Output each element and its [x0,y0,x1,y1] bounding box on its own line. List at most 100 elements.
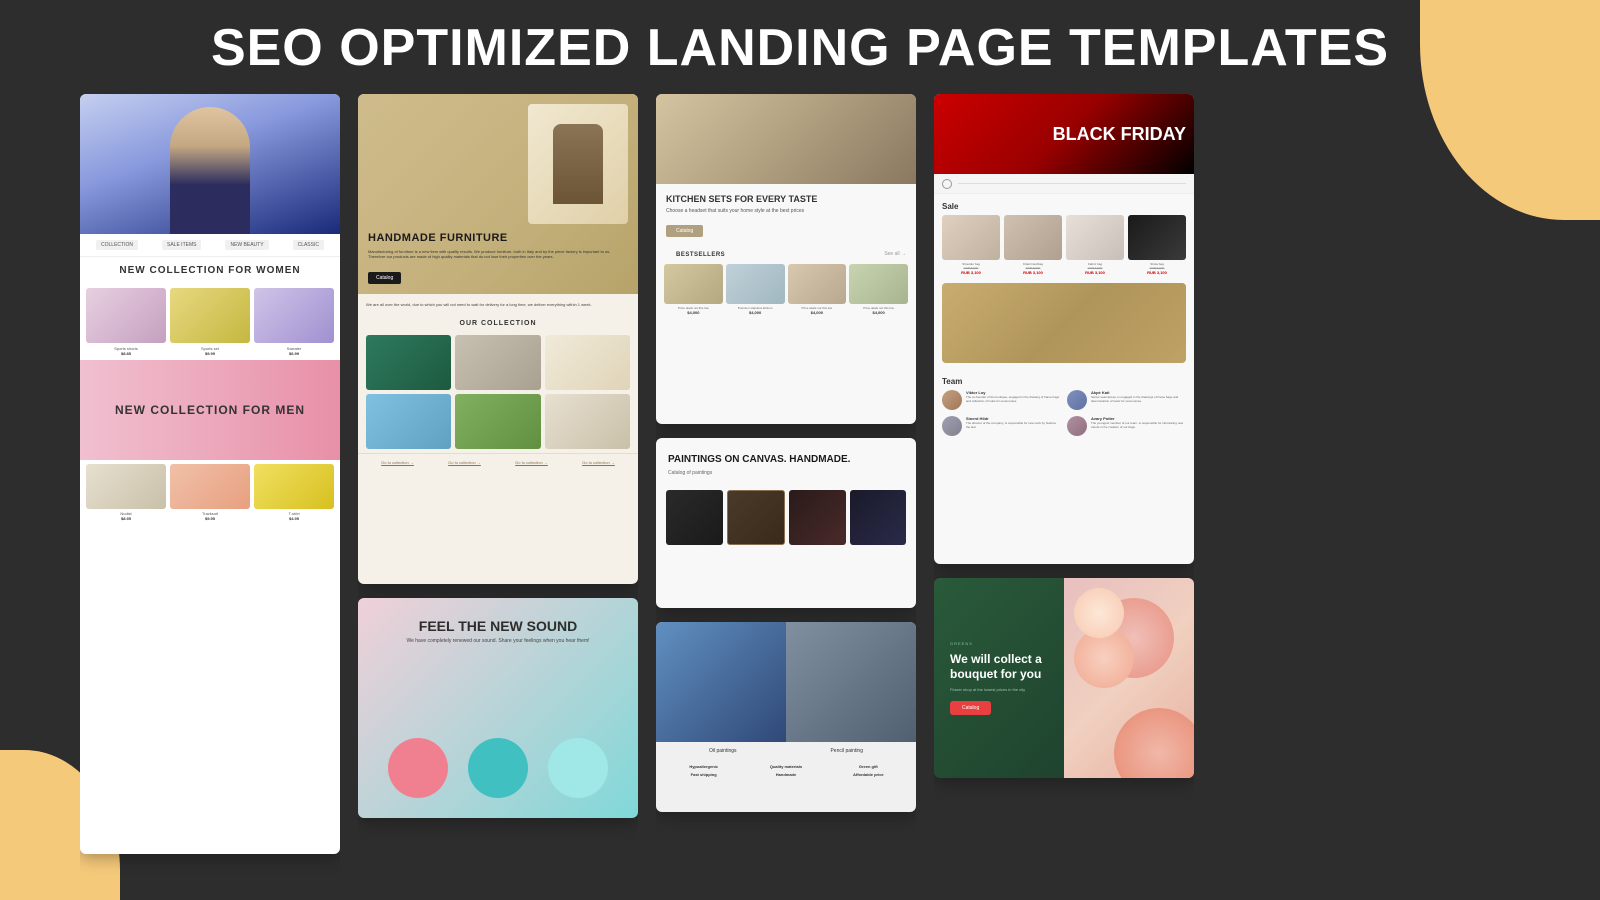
bf-hero: BLACK FRIDAY [934,94,1194,174]
kitchen-text-area: KITCHEN SETS FOR EVERY TASTE Choose a he… [656,184,916,247]
fashion-product-2: Sports set $9.99 [170,288,250,356]
fashion-hero [80,94,340,234]
bf-search-line [958,183,1186,184]
kitchen-product-4-price: $4,000 [849,310,908,315]
templates-grid: COLLECTION SALE ITEMS NEW BEAUTY CLASSIC… [0,94,1600,884]
flower-content: GREENS We will collect a bouquet for you… [934,578,1077,778]
fashion-product-3-image [254,288,334,343]
music-circles [388,738,608,798]
flower-circle-4 [1114,708,1194,778]
bf-member-info-3: Sinerd Hildr The director of the company… [966,416,1061,429]
column-3-kitchen-art: KITCHEN SETS FOR EVERY TASTE Choose a he… [656,94,916,884]
bf-member-info-4: Avary Potter The youngest member of our … [1091,416,1186,429]
art-painting-4 [850,490,907,545]
furniture-link-3[interactable]: Go to collection → [515,460,548,465]
bf-team-member-2: Akpé Kati Senior seamstress, is engaged … [1067,390,1186,410]
furniture-item-sofa [366,335,451,390]
music-desc: We have completely renewed our sound. Sh… [374,638,622,645]
fashion-template-card[interactable]: COLLECTION SALE ITEMS NEW BEAUTY CLASSIC… [80,94,340,854]
kitchen-product-1-image [664,264,723,304]
fashion-product-6-price: $4.95 [254,516,334,521]
fashion-product-5-image [170,464,250,509]
bf-team-title: Team [934,371,1194,390]
music-title: FEEL THE NEW SOUND [374,618,622,634]
page-title: SEO OPTIMIZED LANDING PAGE TEMPLATES [0,18,1600,78]
flower-image [1064,578,1194,778]
furniture-item-lamp [366,394,451,449]
furniture-link-4[interactable]: Go to collection → [582,460,615,465]
landscape-label-2: Pencil painting [830,748,863,754]
bf-avatar-4 [1067,416,1087,436]
kitchen-product-3-price: $4,000 [788,310,847,315]
bf-product-2-new-price: RUB 3,100 [1004,270,1062,275]
kitchen-hero-image [656,94,916,184]
fashion-nav-classic[interactable]: CLASSIC [293,240,324,250]
landscape-feature-4: Fast shipping [664,772,743,777]
kitchen-product-2: Premium stainless kitchen $4,000 [726,264,785,315]
fashion-product-4-image [86,464,166,509]
fashion-product-4-price: $8.95 [86,516,166,521]
page-header: SEO OPTIMIZED LANDING PAGE TEMPLATES [0,0,1600,94]
kitchen-see-all[interactable]: See all → [884,251,906,257]
fashion-nav-collection[interactable]: COLLECTION [96,240,138,250]
music-template-card[interactable]: FEEL THE NEW SOUND We have completely re… [358,598,638,818]
furniture-catalog-btn[interactable]: Catalog [368,272,401,284]
furniture-item-drawer [545,394,630,449]
fashion-product-1-image [86,288,166,343]
fashion-products-row1: Sports shorts $8.85 Sports set $9.99 Swe… [80,284,340,360]
kitchen-template-card[interactable]: KITCHEN SETS FOR EVERY TASTE Choose a he… [656,94,916,424]
fashion-men-banner: NEW COLLECTION FOR MEN [80,360,340,460]
furniture-title: HANDMADE FURNITURE [368,232,628,245]
art-template-card[interactable]: PAINTINGS ON CANVAS. HANDMADE. Catalog o… [656,438,916,608]
fashion-product-4: Nudist $8.95 [86,464,166,521]
furniture-item-plant [455,394,540,449]
landscape-template-card[interactable]: Oil paintings Pencil painting Hypoallerg… [656,622,916,812]
bf-search-bar [934,174,1194,194]
bf-product-1: Shoulder bag RUB 5,500 RUB 3,100 [942,215,1000,275]
flower-desc: Flower shop at the lowest prices in the … [950,687,1061,693]
fashion-hero-image [80,94,340,234]
blackfriday-template-card[interactable]: BLACK FRIDAY Sale Shoulder bag RUB 5,500… [934,94,1194,564]
fashion-products-row2: Nudist $8.95 Tracksuit $9.95 T-shirt $4.… [80,460,340,527]
bf-product-4: Straw bag RUB 5,500 RUB 3,100 [1128,215,1186,275]
landscape-oil-painting-image [656,622,786,742]
art-painting-3 [789,490,846,545]
fashion-product-5-price: $9.95 [170,516,250,521]
bf-sale-title: Sale [934,194,1194,215]
bf-team-member-4: Avary Potter The youngest member of our … [1067,416,1186,436]
bf-product-1-image [942,215,1000,260]
bf-product-1-new-price: RUB 3,100 [942,270,1000,275]
kitchen-bestsellers-title: BESTSELLERS [666,247,735,261]
furniture-collection-grid [358,331,638,453]
fashion-product-1-price: $8.85 [86,351,166,356]
bf-avatar-3 [942,416,962,436]
art-paintings [656,490,916,545]
furniture-link-1[interactable]: Go to collection → [381,460,414,465]
fashion-product-2-price: $9.99 [170,351,250,356]
landscape-footer: Hypoallergenic Quality materials Green g… [656,760,916,781]
furniture-template-card[interactable]: HANDMADE FURNITURE Manufacturing of furn… [358,94,638,584]
furniture-chair-image [528,104,628,224]
bf-member-1-role: The co-founder of the boutique, engaged … [966,395,1061,403]
bf-product-2: Khaki handbag RUB 5,500 RUB 3,100 [1004,215,1062,275]
search-icon [942,179,952,189]
kitchen-product-4: Price deals not this low $4,000 [849,264,908,315]
flower-catalog-btn[interactable]: Catalog [950,701,991,715]
bf-member-3-role: The director of the company, is responsi… [966,421,1061,429]
kitchen-product-1: Price deals not this low $4,000 [664,264,723,315]
bf-store-image [942,283,1186,363]
furniture-collection-title: OUR COLLECTION [358,316,638,331]
landscape-feature-2: Quality materials [746,764,825,769]
flower-template-card[interactable]: GREENS We will collect a bouquet for you… [934,578,1194,778]
chair-shape [553,124,603,204]
fashion-nav-beauty[interactable]: NEW BEAUTY [225,240,268,250]
bf-product-3-new-price: RUB 3,100 [1066,270,1124,275]
kitchen-catalog-btn[interactable]: Catalog [666,225,703,237]
fashion-nav-sale[interactable]: SALE ITEMS [162,240,201,250]
landscape-grid [656,622,916,742]
kitchen-product-3: Price deals not this low $4,000 [788,264,847,315]
furniture-link-2[interactable]: Go to collection → [448,460,481,465]
bf-member-2-role: Senior seamstress, is engaged in the dra… [1091,395,1186,403]
bf-products: Shoulder bag RUB 5,500 RUB 3,100 Khaki h… [934,215,1194,275]
column-2-furniture: HANDMADE FURNITURE Manufacturing of furn… [358,94,638,884]
